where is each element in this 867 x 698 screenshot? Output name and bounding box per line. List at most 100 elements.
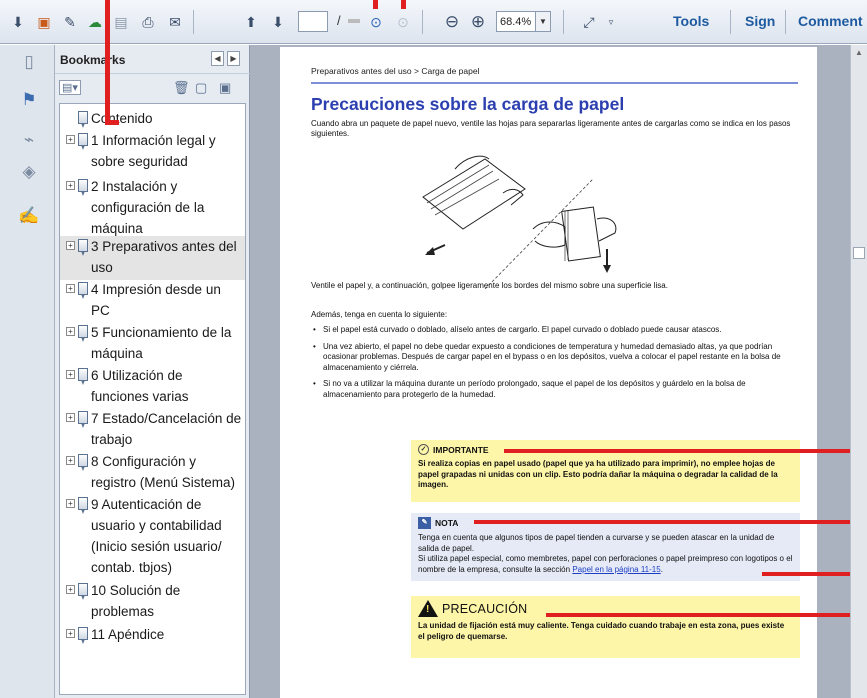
bookmark-icon: [78, 454, 88, 467]
bookmark-label: 3 Preparativos antes del uso: [91, 239, 237, 275]
back-view-icon[interactable]: ⊙: [366, 12, 386, 32]
bookmark-item[interactable]: + 11 Apéndice: [60, 624, 245, 646]
bookmark-item[interactable]: + 7 Estado/Cancelación de trabajo: [60, 408, 245, 452]
page-number-input[interactable]: [298, 11, 328, 32]
email-icon[interactable]: ✉: [165, 12, 185, 32]
caution-body: La unidad de fijación está muy caliente.…: [418, 621, 785, 641]
new-bookmark-icon[interactable]: ▢: [195, 80, 207, 96]
bookmark-label: 6 Utilización de funciones varias: [91, 368, 189, 404]
note-body: Tenga en cuenta que algunos tipos de pap…: [418, 533, 793, 575]
expand-icon[interactable]: +: [66, 585, 75, 594]
signatures-icon[interactable]: ✍: [18, 205, 40, 227]
tools-button[interactable]: Tools: [673, 13, 709, 29]
bookmark-label: 4 Impresión desde un PC: [91, 282, 221, 318]
expand-bookmark-icon[interactable]: ▣: [219, 80, 231, 96]
attachments-icon[interactable]: ⌁: [18, 129, 40, 151]
bookmark-item[interactable]: + 2 Instalación y configuración de la má…: [60, 176, 245, 240]
bookmark-item[interactable]: + 9 Autenticación de usuario y contabili…: [60, 494, 245, 580]
bookmark-item[interactable]: + 5 Funcionamiento de la máquina: [60, 322, 245, 366]
edit-icon[interactable]: ✎: [60, 12, 80, 32]
print-icon[interactable]: ⎙: [138, 12, 158, 32]
check-icon: ✓: [418, 444, 429, 455]
page-title: Precauciones sobre la carga de papel: [311, 94, 625, 114]
combine-icon[interactable]: ▣: [34, 12, 54, 32]
toolbar-divider: [730, 10, 731, 34]
zoom-input[interactable]: 68.4%: [496, 11, 536, 32]
previous-page-icon[interactable]: ⬆: [241, 12, 261, 32]
toolbar-options-icon[interactable]: ▿: [601, 12, 621, 32]
caution-title: PRECAUCIÓN: [442, 601, 528, 616]
cloud-icon[interactable]: ☁: [85, 12, 105, 32]
expand-icon[interactable]: +: [66, 499, 75, 508]
bookmarks-header: Bookmarks ◀ ▶: [55, 45, 250, 73]
vertical-scrollbar[interactable]: ▲: [850, 45, 867, 698]
layers-icon[interactable]: ◈: [18, 161, 40, 183]
bookmark-item[interactable]: Contenido: [60, 108, 245, 130]
zoom-out-icon[interactable]: ⊖: [442, 12, 462, 32]
options-menu-icon[interactable]: ▤▾: [59, 80, 81, 95]
fan-paper-text: Ventile el papel y, a continuación, golp…: [311, 281, 668, 290]
expand-icon[interactable]: +: [66, 241, 75, 250]
next-page-icon[interactable]: ⬇: [268, 12, 288, 32]
page-reference-link[interactable]: Papel en la página 11-15: [572, 565, 660, 574]
scroll-up-icon[interactable]: ▲: [855, 48, 863, 57]
create-icon[interactable]: ⬇: [8, 12, 28, 32]
expand-icon[interactable]: +: [66, 181, 75, 190]
sign-button[interactable]: Sign: [745, 13, 775, 29]
considerations-list: Si el papel está curvado o doblado, alís…: [311, 325, 798, 406]
page-thumbnails-icon[interactable]: ▯: [18, 51, 40, 73]
header-divider: [311, 82, 798, 84]
bookmark-label: 9 Autenticación de usuario y contabilida…: [91, 497, 222, 575]
delete-bookmark-icon[interactable]: 🗑: [173, 80, 190, 96]
zoom-dropdown-icon[interactable]: ▼: [536, 11, 551, 32]
scrollbar-thumb[interactable]: [853, 247, 865, 259]
important-body: Si realiza copias en papel usado (papel …: [418, 459, 778, 489]
bookmark-icon: [78, 497, 88, 510]
annotation-pointer: [105, 120, 119, 125]
bookmarks-toolbar: ▤▾ 🗑 ▢ ▣: [55, 73, 250, 103]
list-item: Si no va a utilizar la máquina durante u…: [311, 379, 798, 400]
forward-view-icon[interactable]: ⊙: [393, 12, 413, 32]
bookmark-icon: [78, 411, 88, 424]
bookmark-icon: [78, 627, 88, 640]
expand-icon[interactable]: +: [66, 370, 75, 379]
bookmark-item[interactable]: + 8 Configuración y registro (Menú Siste…: [60, 451, 245, 495]
breadcrumb: Preparativos antes del uso > Carga de pa…: [311, 66, 480, 76]
bookmark-item[interactable]: + 4 Impresión desde un PC: [60, 279, 245, 323]
considerations-text: Además, tenga en cuenta lo siguiente:: [311, 310, 448, 319]
comment-button[interactable]: Comment: [798, 13, 863, 29]
navigation-strip: ▯ ⚑ ⌁ ◈ ✍: [0, 45, 55, 698]
bookmark-item[interactable]: + 3 Preparativos antes del uso: [60, 236, 245, 280]
bookmark-icon: [78, 179, 88, 192]
note-title: NOTA: [435, 518, 459, 528]
main-toolbar: ⬇ ▣ ✎ ☁ ▤ ⎙ ✉ ⬆ ⬇ / ⊙ ⊙ ⊖ ⊕ 68.4% ▼ ⤢ ▿ …: [0, 0, 867, 44]
bookmark-label: 10 Solución de problemas: [91, 583, 181, 619]
toolbar-divider: [422, 10, 423, 34]
bookmark-item[interactable]: + 1 Información legal y sobre seguridad: [60, 130, 245, 174]
page-total: [348, 19, 360, 23]
bookmark-label: Contenido: [91, 111, 153, 126]
document-page: Preparativos antes del uso > Carga de pa…: [280, 47, 817, 698]
expand-icon[interactable]: +: [66, 456, 75, 465]
list-item: Una vez abierto, el papel no debe quedar…: [311, 342, 798, 374]
bookmarks-icon[interactable]: ⚑: [18, 89, 40, 111]
bookmark-item[interactable]: + 10 Solución de problemas: [60, 580, 245, 624]
collapse-pane-icon[interactable]: ◀: [211, 51, 224, 66]
bookmark-icon: [78, 282, 88, 295]
bookmarks-pane: Bookmarks ◀ ▶ ▤▾ 🗑 ▢ ▣ Contenido + 1 Inf…: [55, 45, 250, 698]
zoom-in-icon[interactable]: ⊕: [468, 12, 488, 32]
document-canvas[interactable]: Preparativos antes del uso > Carga de pa…: [250, 45, 850, 698]
bookmark-item[interactable]: + 6 Utilización de funciones varias: [60, 365, 245, 409]
toolbar-divider: [563, 10, 564, 34]
fullscreen-icon[interactable]: ⤢: [579, 12, 599, 32]
expand-icon[interactable]: +: [66, 284, 75, 293]
expand-icon[interactable]: +: [66, 135, 75, 144]
pane-options-icon[interactable]: ▶: [227, 51, 240, 66]
annotation-pointer: [474, 520, 850, 524]
expand-icon[interactable]: +: [66, 413, 75, 422]
expand-icon[interactable]: +: [66, 629, 75, 638]
expand-icon[interactable]: +: [66, 327, 75, 336]
save-icon[interactable]: ▤: [111, 12, 131, 32]
annotation-pointer: [762, 572, 850, 576]
bookmark-icon: [78, 133, 88, 146]
